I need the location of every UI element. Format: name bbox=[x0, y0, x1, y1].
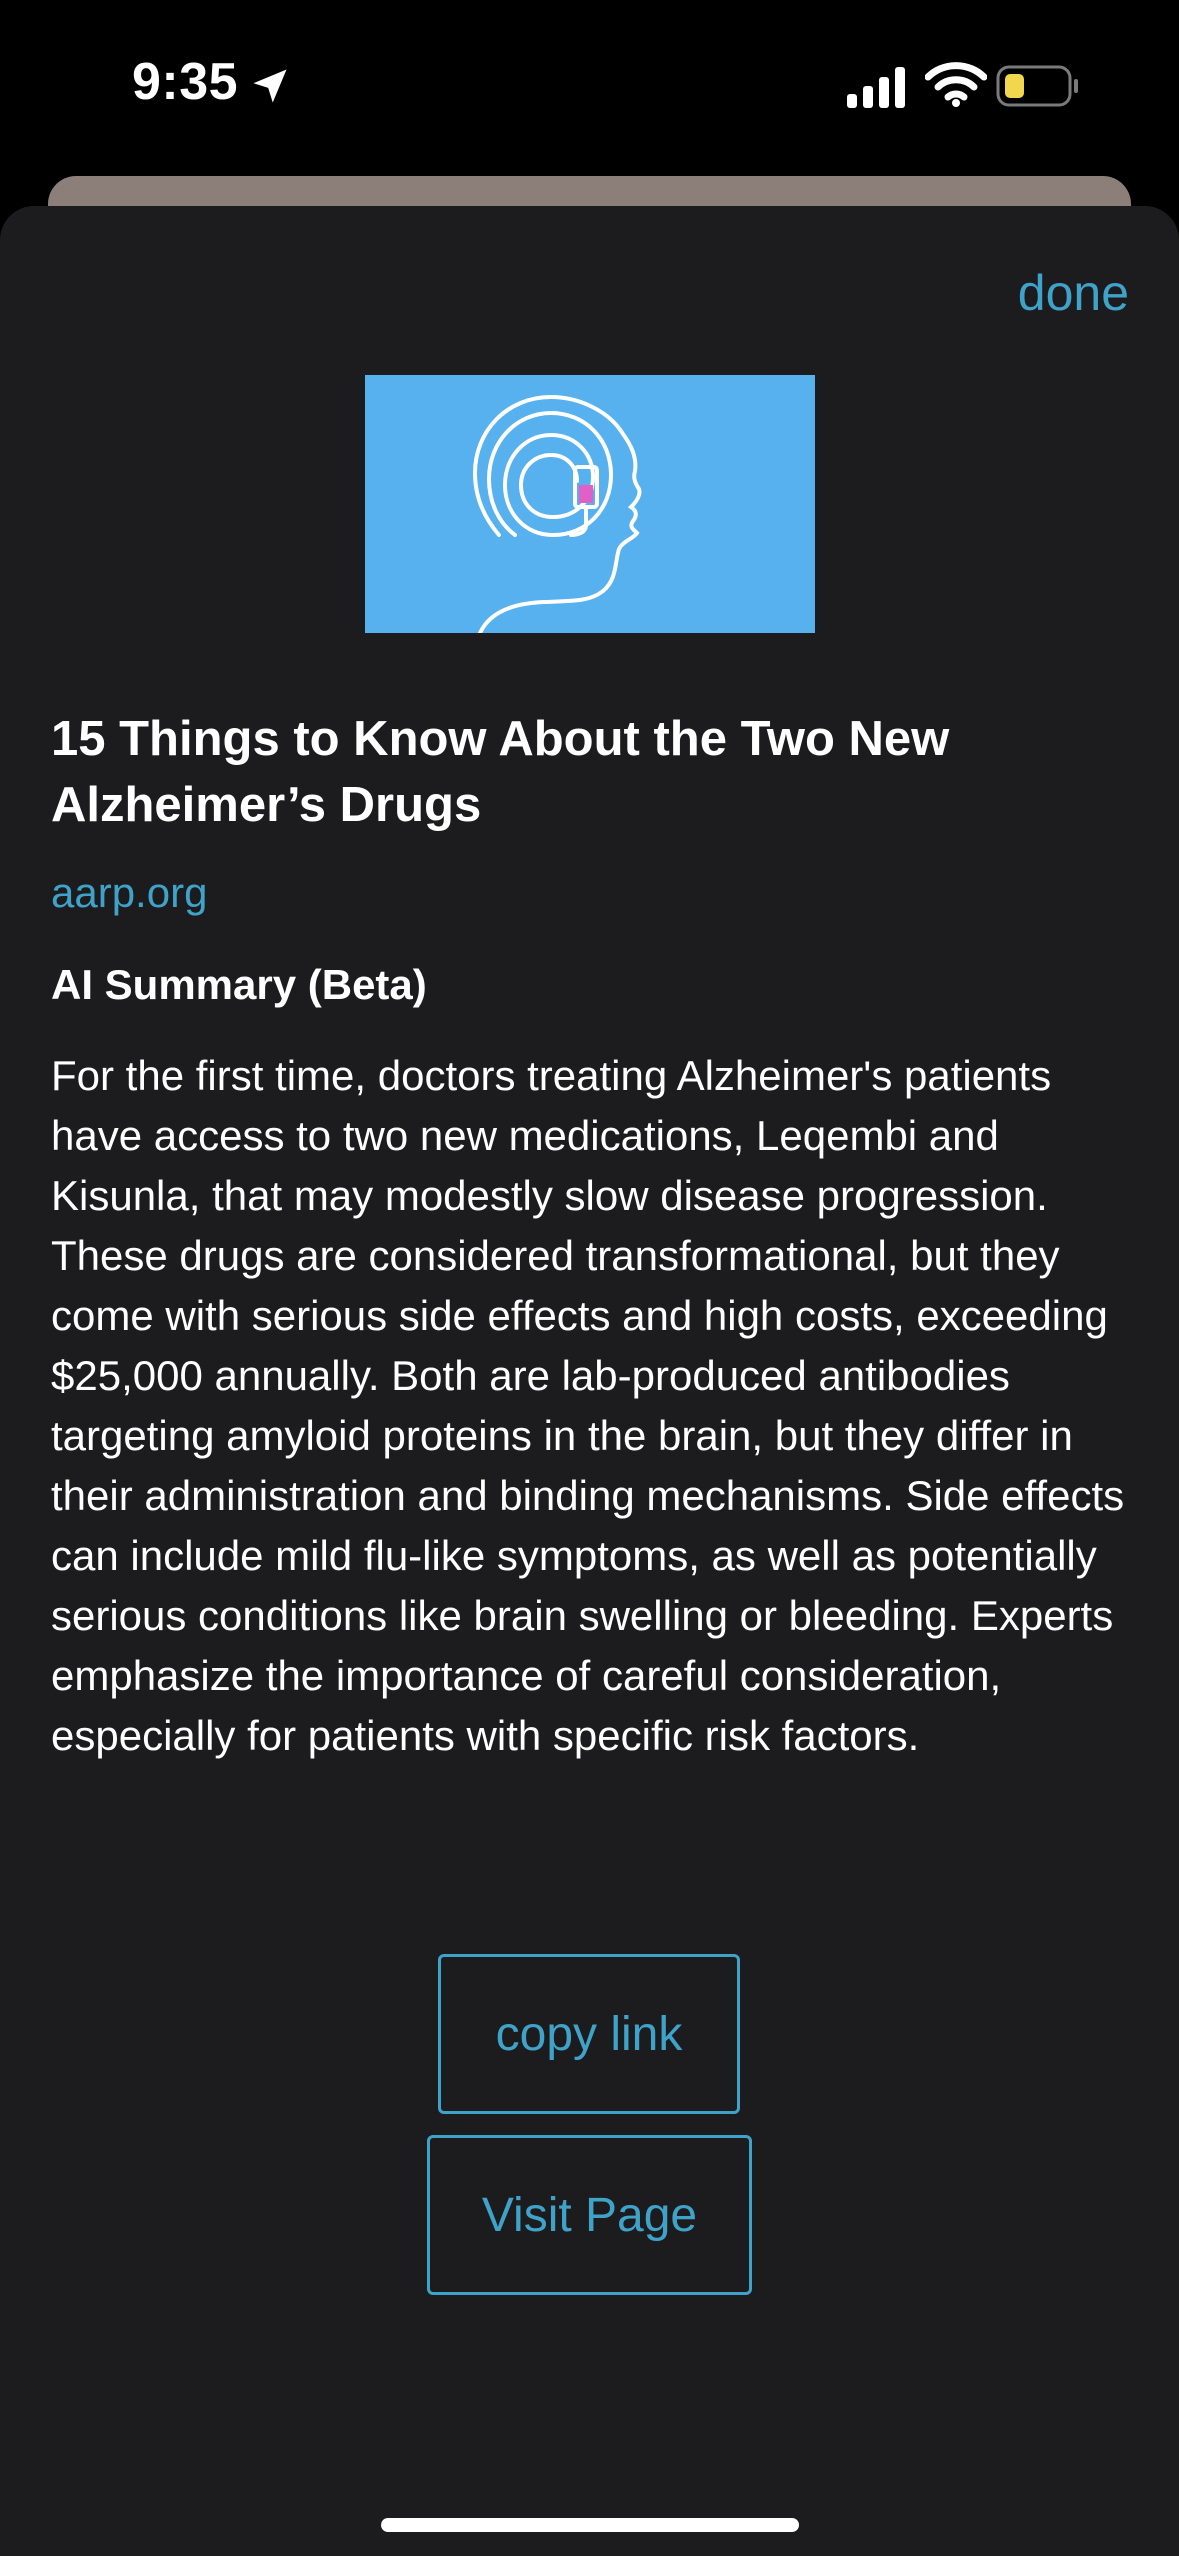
wifi-icon bbox=[925, 62, 987, 107]
battery-low-icon bbox=[996, 65, 1078, 107]
visit-page-button[interactable]: Visit Page bbox=[427, 2135, 752, 2295]
article-thumbnail bbox=[365, 375, 815, 633]
location-arrow-icon bbox=[253, 69, 287, 103]
source-link[interactable]: aarp.org bbox=[51, 869, 207, 917]
cellular-signal-icon bbox=[847, 67, 905, 108]
summary-text: For the first time, doctors treating Alz… bbox=[51, 1052, 1125, 1759]
status-bar: 9:35 bbox=[0, 0, 1179, 175]
head-maze-illustration bbox=[472, 394, 642, 633]
done-button[interactable]: done bbox=[1018, 264, 1129, 322]
home-indicator[interactable] bbox=[381, 2518, 799, 2532]
article-title: 15 Things to Know About the Two New Alzh… bbox=[51, 712, 950, 832]
copy-link-button[interactable]: copy link bbox=[438, 1954, 740, 2114]
status-time: 9:35 bbox=[132, 53, 239, 111]
link-preview-sheet: done 15 Things to Know About the Two New… bbox=[0, 206, 1179, 2556]
summary-heading: AI Summary (Beta) bbox=[51, 961, 427, 1008]
